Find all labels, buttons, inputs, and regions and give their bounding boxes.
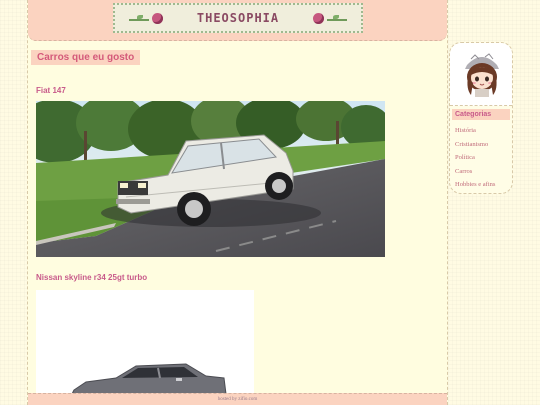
category-link-politica[interactable]: Política <box>455 151 495 165</box>
category-link-cristianismo[interactable]: Cristianismo <box>455 138 495 152</box>
categories-list: História Cristianismo Política Carros Ho… <box>455 124 495 192</box>
car-heading: Fiat 147 <box>36 86 66 95</box>
category-link-hobbies[interactable]: Hobbies e afins <box>455 178 495 192</box>
post-title: Carros que eu gosto <box>31 50 141 65</box>
fiat-147-photo <box>36 101 385 257</box>
category-link-historia[interactable]: História <box>455 124 495 138</box>
nissan-skyline-photo <box>36 290 254 394</box>
sidebar: Categorias História Cristianismo Polític… <box>449 42 513 194</box>
footer: hosted by zifio.com <box>28 393 447 405</box>
header: THEOSOPHIA <box>28 0 447 41</box>
rose-icon <box>129 12 163 26</box>
rose-icon <box>313 12 347 26</box>
main-column: THEOSOPHIA Carros que eu gosto Fiat 147 <box>27 0 448 405</box>
site-title[interactable]: THEOSOPHIA <box>197 11 279 25</box>
car-heading: Nissan skyline r34 25gt turbo <box>36 273 148 282</box>
avatar-container <box>450 43 512 106</box>
site-banner[interactable]: THEOSOPHIA <box>113 3 363 33</box>
avatar-girl-icon <box>465 53 499 97</box>
category-link-carros[interactable]: Carros <box>455 165 495 179</box>
categories-title: Categorias <box>452 109 510 120</box>
